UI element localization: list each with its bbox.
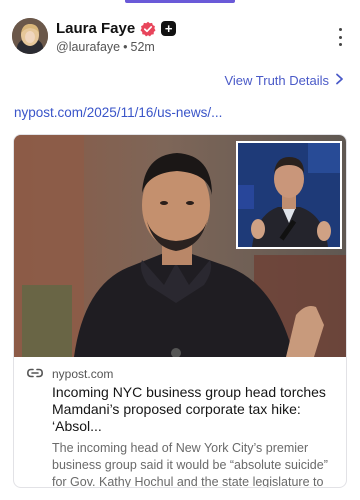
card-source: nypost.com [52,367,114,381]
avatar[interactable] [12,18,48,54]
plus-icon[interactable]: + [161,21,177,36]
separator-dot: • [123,40,128,54]
author-block: Laura Faye + @laurafaye • 52m [56,20,177,54]
name-row: Laura Faye + [56,20,177,37]
handle[interactable]: @laurafaye [56,40,120,54]
source-row: nypost.com [26,367,336,381]
meta-row: @laurafaye • 52m [56,40,176,54]
more-vertical-icon[interactable] [338,28,342,46]
inset-image [236,141,342,249]
view-truth-details-label: View Truth Details [224,72,329,88]
chevron-right-icon [335,72,344,88]
card-title[interactable]: Incoming NYC business group head torches… [26,384,336,435]
card-body: nypost.com Incoming NYC business group h… [14,357,346,488]
timestamp: 52m [130,40,155,54]
post-header: Laura Faye + @laurafaye • 52m [12,18,348,58]
top-tab-indicator [125,0,235,3]
article-image[interactable] [14,135,346,357]
card-description: The incoming head of New York City’s pre… [52,441,328,488]
link-icon [26,366,44,380]
verified-badge-icon [140,21,156,37]
post-link[interactable]: nypost.com/2025/11/16/us-news/... [14,105,222,120]
view-truth-details-link[interactable]: View Truth Details [224,72,344,88]
link-preview-card[interactable]: nypost.com Incoming NYC business group h… [13,134,347,488]
display-name[interactable]: Laura Faye [56,20,135,37]
